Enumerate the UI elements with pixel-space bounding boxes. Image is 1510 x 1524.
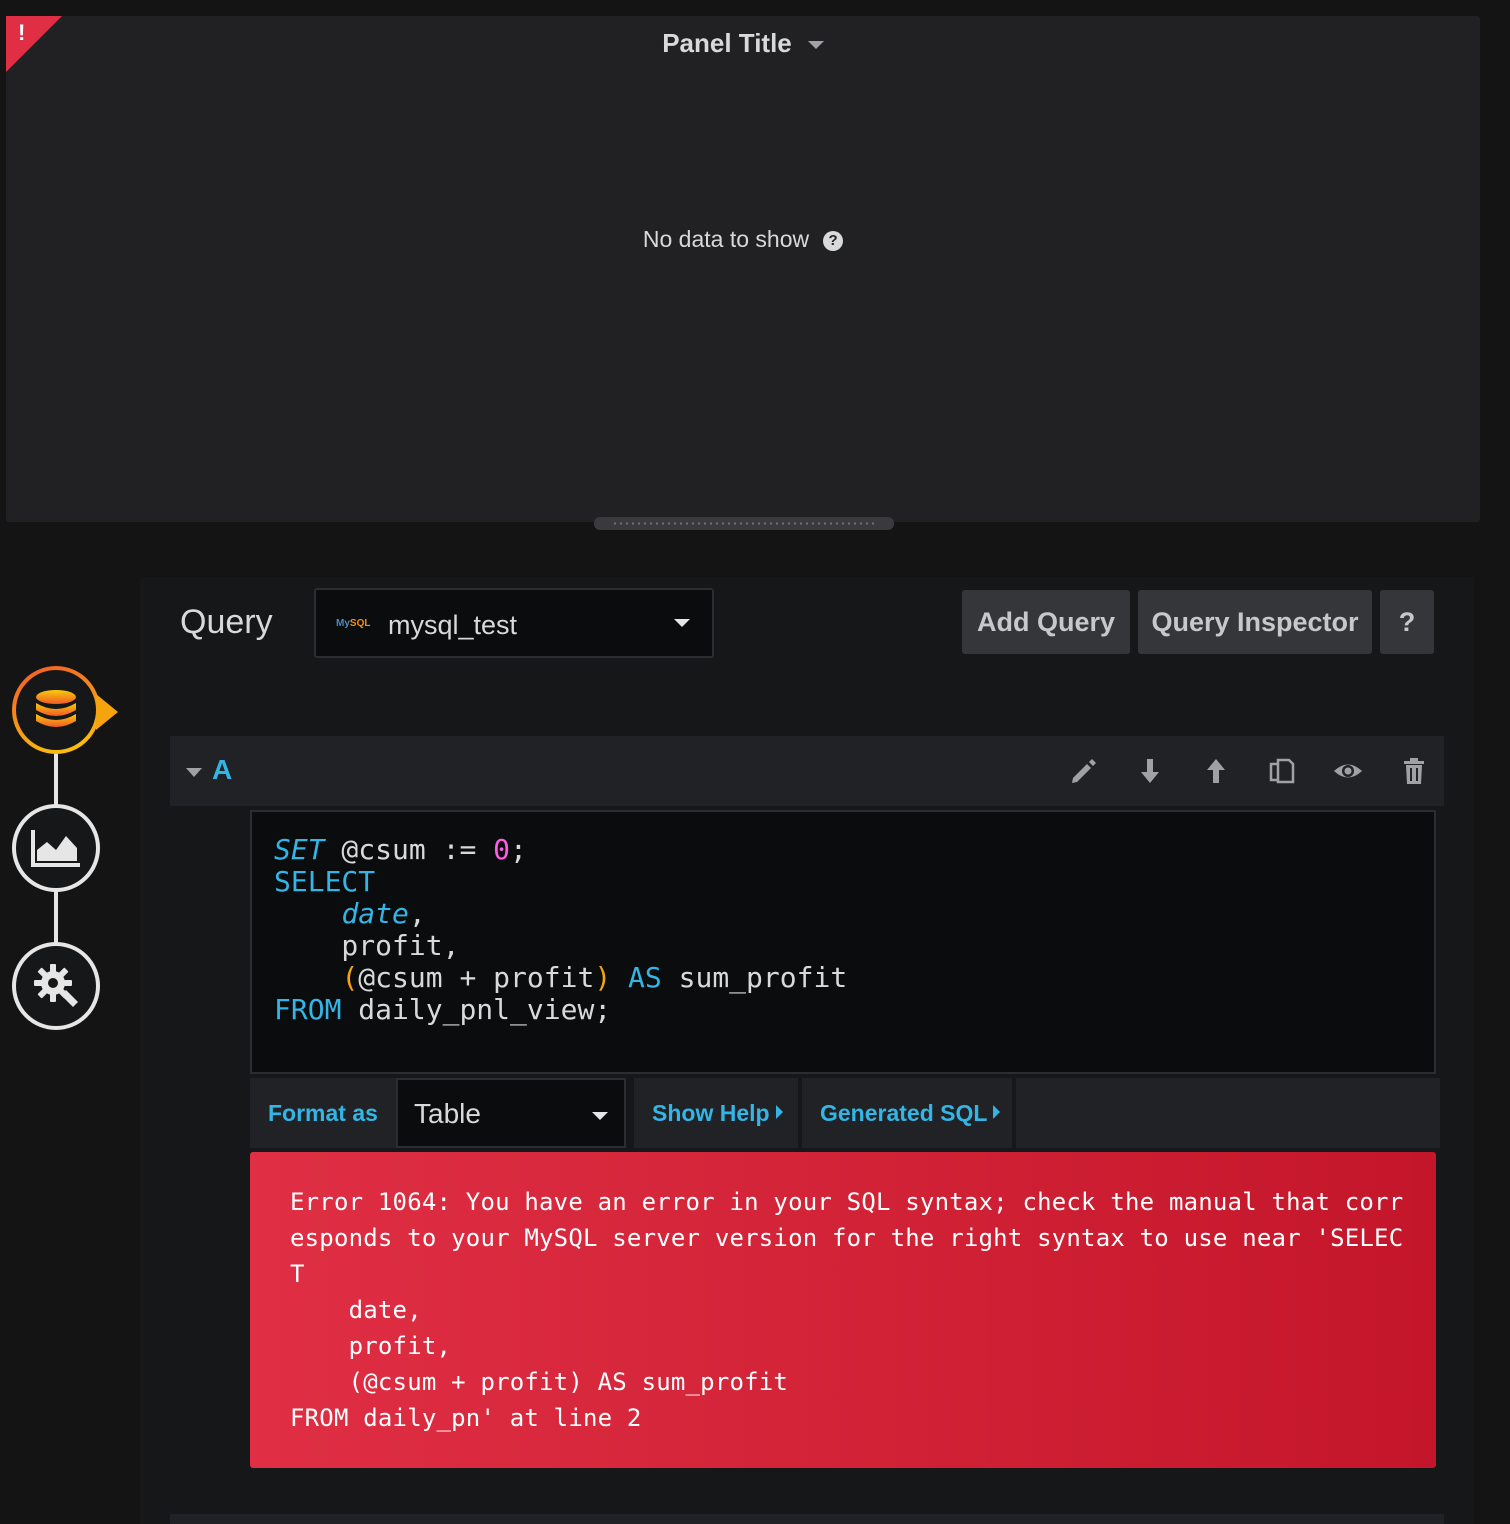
add-query-button[interactable]: Add Query	[962, 590, 1130, 654]
generated-sql-toggle[interactable]: Generated SQL	[802, 1078, 1012, 1148]
sql-token: (	[341, 961, 359, 994]
query-row-header[interactable]: A	[170, 736, 1444, 806]
caret-right-icon	[775, 1105, 783, 1119]
show-help-label[interactable]: Show Help	[652, 1100, 783, 1127]
format-as-label-box: Format as	[250, 1078, 396, 1148]
database-icon	[36, 690, 76, 727]
panel-resize-handle[interactable]	[594, 517, 894, 530]
panel-title[interactable]: Panel Title	[6, 28, 1480, 59]
sql-token: SELECT	[274, 865, 376, 898]
sql-token: AS	[628, 961, 662, 994]
active-step-arrow	[96, 694, 118, 730]
pencil-icon[interactable]	[1068, 756, 1098, 786]
general-settings-step[interactable]	[12, 942, 100, 1030]
format-as-label: Format as	[268, 1100, 378, 1126]
format-as-select[interactable]: Table	[396, 1078, 626, 1148]
sql-token: date	[341, 897, 409, 930]
show-help-text: Show Help	[652, 1100, 770, 1126]
collapse-caret-icon[interactable]	[186, 768, 202, 777]
generated-sql-text: Generated SQL	[820, 1100, 988, 1126]
trash-icon[interactable]	[1399, 756, 1429, 786]
query-inspector-button[interactable]: Query Inspector	[1138, 590, 1372, 654]
chevron-down-icon[interactable]	[807, 41, 824, 50]
area-chart-icon	[31, 830, 80, 867]
sql-code-editor[interactable]: SET @csum := 0; SELECT date, profit, (@c…	[250, 810, 1436, 1074]
no-data-text: No data to show	[642, 226, 810, 252]
sql-token: )	[594, 961, 612, 994]
eye-icon[interactable]	[1333, 756, 1363, 786]
options-row-filler	[1016, 1078, 1440, 1148]
query-label: Query	[180, 603, 273, 641]
sql-token: @csum :=	[324, 833, 494, 866]
arrow-down-icon[interactable]	[1135, 756, 1165, 786]
panel: ! Panel Title No data to show?	[6, 16, 1480, 522]
sql-token: 0	[493, 833, 511, 866]
arrow-up-icon[interactable]	[1201, 756, 1231, 786]
generated-sql-label[interactable]: Generated SQL	[820, 1100, 1001, 1127]
queries-step[interactable]	[12, 666, 100, 754]
datasource-name: mysql_test	[388, 610, 518, 640]
help-button[interactable]: ?	[1380, 590, 1434, 654]
mysql-logo-icon: MySQL	[336, 618, 371, 629]
sql-token: ;	[510, 833, 527, 866]
query-error-message: Error 1064: You have an error in your SQ…	[250, 1152, 1436, 1468]
sql-token: @csum + profit	[358, 961, 595, 994]
visualization-step[interactable]	[12, 804, 100, 892]
caret-right-icon	[993, 1105, 1001, 1119]
question-circle-icon[interactable]: ?	[823, 230, 844, 251]
sql-token: SET	[274, 833, 325, 866]
sql-token: profit,	[274, 929, 460, 962]
chevron-down-icon	[674, 619, 690, 627]
sql-token: ,	[408, 897, 426, 930]
query-ref-id[interactable]: A	[212, 754, 232, 786]
show-help-toggle[interactable]: Show Help	[634, 1078, 798, 1148]
sql-token: daily_pnl_view;	[341, 993, 612, 1026]
sql-token: sum_profit	[661, 961, 848, 994]
chevron-down-icon	[592, 1112, 608, 1120]
format-as-value: Table	[414, 1098, 481, 1129]
sql-token: FROM	[274, 993, 342, 1026]
datasource-select[interactable]: MySQL mysql_test	[314, 588, 714, 658]
next-row-edge	[170, 1514, 1444, 1524]
panel-title-text[interactable]: Panel Title	[662, 28, 792, 58]
gear-wrench-icon	[34, 964, 78, 1007]
duplicate-icon[interactable]	[1267, 756, 1297, 786]
no-data-message: No data to show?	[6, 226, 1480, 253]
